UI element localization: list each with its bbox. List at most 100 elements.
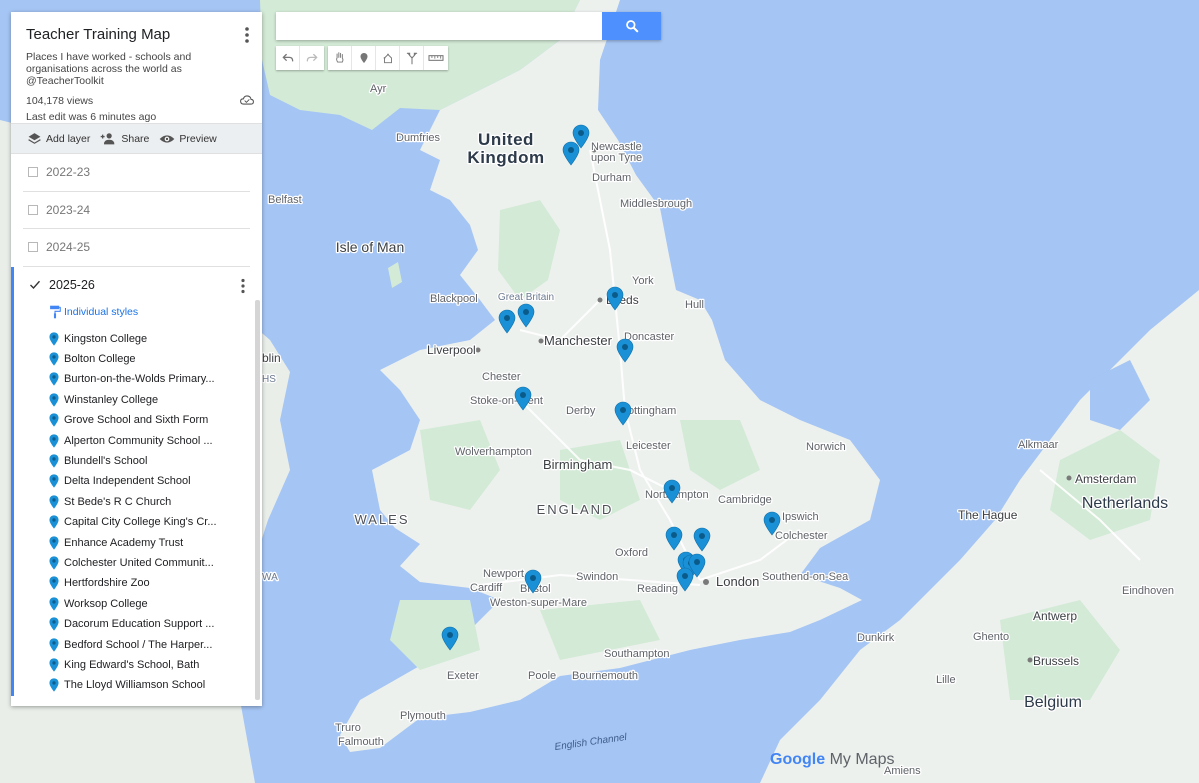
hand-icon	[335, 52, 343, 63]
place-name: The Lloyd Williamson School	[64, 679, 206, 692]
map-title[interactable]: Teacher Training Map	[26, 26, 248, 43]
map-pin-icon	[49, 454, 59, 468]
place-name: Alperton Community School ...	[64, 434, 213, 447]
preview-button[interactable]: Preview	[159, 133, 217, 145]
map-description[interactable]: Places I have worked - schools and organ…	[26, 51, 246, 87]
more-vert-icon[interactable]	[239, 278, 247, 294]
place-name: Colchester United Communit...	[64, 556, 214, 569]
label-dublin: blin	[262, 351, 281, 365]
pin-dot	[447, 632, 453, 638]
place-item[interactable]: Alperton Community School ...	[14, 430, 262, 450]
place-item[interactable]: Bolton College	[14, 349, 262, 369]
label-hull: Hull	[685, 299, 704, 311]
undo-button[interactable]	[276, 46, 300, 70]
map-pin-icon	[49, 352, 59, 366]
label-falmouth: Falmouth	[338, 736, 384, 748]
layer-header[interactable]: 2025-26	[14, 267, 262, 304]
place-item[interactable]: The Lloyd Williamson School	[14, 675, 262, 695]
search-input[interactable]	[276, 12, 602, 40]
history-group	[276, 46, 324, 70]
place-item[interactable]: St Bede's R C Church	[14, 492, 262, 512]
add-marker-button[interactable]	[352, 46, 376, 70]
add-layer-button[interactable]: Add layer	[27, 132, 90, 145]
label-wa: WA	[262, 572, 278, 583]
panel-scrollbar[interactable]	[255, 300, 260, 700]
place-item[interactable]: Hertfordshire Zoo	[14, 573, 262, 593]
label-hs: HS	[262, 374, 276, 385]
logo-google: Google	[770, 751, 826, 768]
pin-dot	[520, 392, 526, 398]
place-item[interactable]: Enhance Academy Trust	[14, 532, 262, 552]
label-blackpool: Blackpool	[430, 293, 478, 305]
label-isle-of-man: Isle of Man	[336, 239, 404, 255]
label-cardiff: Cardiff	[470, 582, 503, 594]
last-edit-status: Last edit was 6 minutes ago	[26, 111, 157, 123]
place-item[interactable]: Burton-on-the-Wolds Primary...	[14, 369, 262, 389]
place-name: Capital City College King's Cr...	[64, 516, 217, 529]
pin-dot	[578, 130, 584, 136]
map-pin-icon	[49, 678, 59, 692]
place-name: St Bede's R C Church	[64, 495, 172, 508]
label-lille: Lille	[936, 674, 956, 686]
styles-label: Individual styles	[64, 305, 139, 318]
pin-dot	[769, 517, 775, 523]
label-great-britain: Great Britain	[498, 292, 554, 303]
place-item[interactable]: Capital City College King's Cr...	[14, 512, 262, 532]
place-item[interactable]: Kingston College	[14, 329, 262, 349]
place-item[interactable]: Bedford School / The Harper...	[14, 634, 262, 654]
share-button[interactable]: Share	[100, 132, 149, 145]
pin-dot	[523, 309, 529, 315]
checkbox-icon[interactable]	[28, 204, 38, 215]
more-vert-icon[interactable]	[242, 26, 252, 44]
place-item[interactable]: Worksop College	[14, 594, 262, 614]
place-item[interactable]: Delta Independent School	[14, 471, 262, 491]
place-item[interactable]: Grove School and Sixth Form	[14, 410, 262, 430]
add-person-icon	[101, 133, 115, 145]
select-tool-button[interactable]	[328, 46, 352, 70]
redo-button[interactable]	[300, 46, 324, 70]
label-ayr: Ayr	[370, 83, 387, 95]
label-derby: Derby	[566, 405, 596, 417]
place-name: Enhance Academy Trust	[64, 536, 184, 549]
layer-2023-24[interactable]: 2023-24	[23, 192, 250, 229]
label-brussels: Brussels	[1033, 654, 1079, 668]
place-item[interactable]: Colchester United Communit...	[14, 553, 262, 573]
map-pin-icon	[49, 658, 59, 672]
label-poole: Poole	[528, 670, 556, 682]
map-toolbar	[276, 46, 448, 70]
place-item[interactable]: Blundell's School	[14, 451, 262, 471]
place-name: Blundell's School	[64, 455, 148, 468]
measure-button[interactable]	[424, 46, 448, 70]
check-icon[interactable]	[29, 279, 41, 291]
layer-2024-25[interactable]: 2024-25	[23, 229, 250, 267]
label-york: York	[632, 275, 654, 287]
search-box	[276, 12, 661, 40]
pin-dot	[504, 315, 510, 321]
layer-2022-23[interactable]: 2022-23	[23, 154, 250, 192]
search-button[interactable]	[602, 12, 661, 40]
label-amsterdam: Amsterdam	[1075, 472, 1136, 486]
place-name: Dacorum Education Support ...	[64, 618, 215, 631]
place-item[interactable]: Winstanley College	[14, 390, 262, 410]
label-antwerp: Antwerp	[1033, 609, 1077, 623]
map-pin-icon	[49, 495, 59, 509]
layer-name: 2024-25	[46, 240, 91, 255]
individual-styles-link[interactable]: Individual styles	[14, 304, 262, 320]
route-icon	[406, 52, 417, 65]
label-southend: Southend-on-Sea	[762, 571, 849, 583]
pin-dot	[620, 407, 626, 413]
checkbox-icon[interactable]	[28, 242, 38, 253]
place-item[interactable]: Dacorum Education Support ...	[14, 614, 262, 634]
label-exeter: Exeter	[447, 670, 479, 682]
place-item[interactable]: King Edward's School, Bath	[14, 655, 262, 675]
checkbox-icon[interactable]	[28, 167, 38, 178]
label-swindon: Swindon	[576, 571, 618, 583]
search-icon	[625, 20, 638, 33]
label-manchester: Manchester	[544, 333, 613, 348]
map-pin-icon	[49, 393, 59, 407]
layer-2025-26[interactable]: 2025-26 Individual styles Kingston Colle…	[11, 266, 262, 696]
directions-button[interactable]	[400, 46, 424, 70]
pin-dot	[530, 575, 536, 581]
draw-line-button[interactable]	[376, 46, 400, 70]
google-my-maps-logo: Google My Maps	[770, 751, 894, 769]
